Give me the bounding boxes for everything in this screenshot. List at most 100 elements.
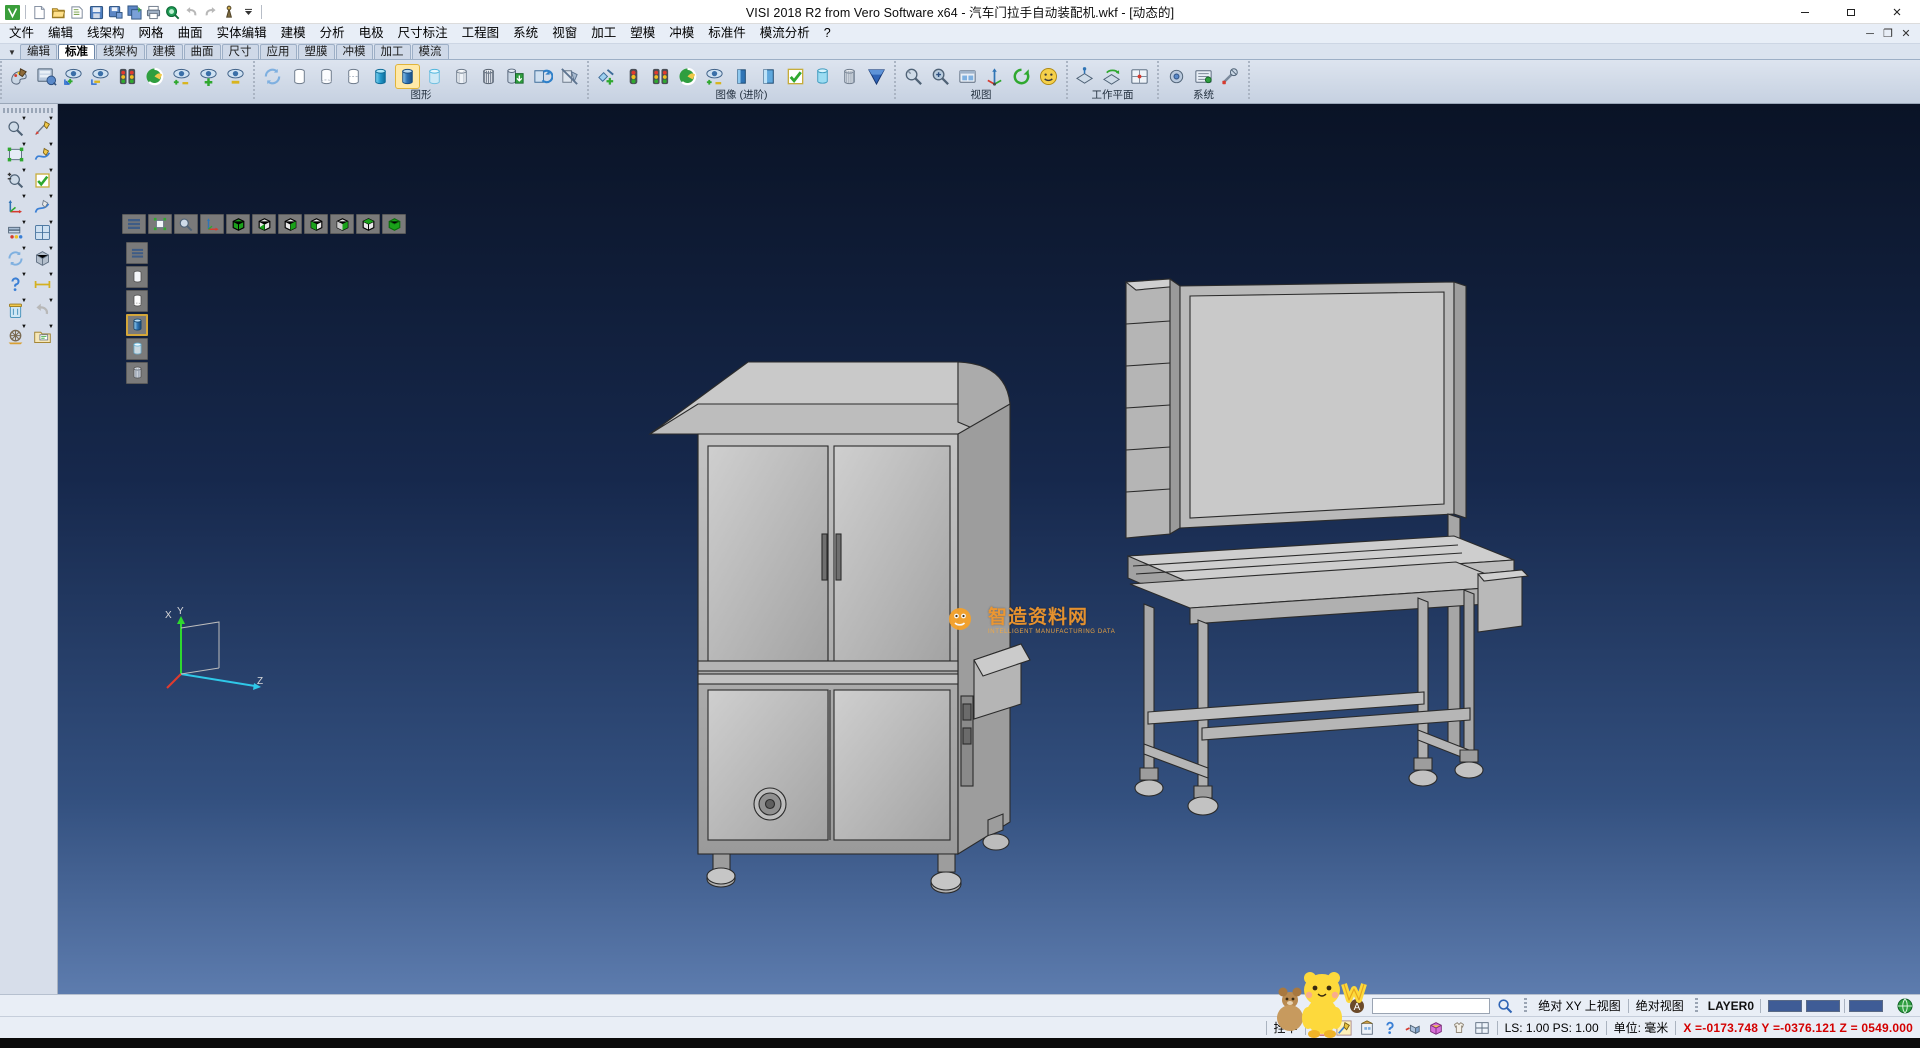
menu-item-wireframe[interactable]: 线架构 — [80, 24, 132, 44]
open-folder-icon[interactable]: ▼ — [30, 324, 55, 348]
blue-block-icon[interactable] — [729, 64, 754, 89]
ribbon-collapse-icon[interactable]: ▼ — [4, 45, 20, 59]
smiley-view-icon[interactable] — [1036, 64, 1061, 89]
menu-item-machining[interactable]: 加工 — [584, 24, 623, 44]
delete-icon[interactable]: ▼ — [3, 298, 28, 322]
window-restore-button[interactable] — [1828, 0, 1874, 24]
undo-icon[interactable] — [182, 3, 200, 21]
menu-item-analysis[interactable]: 分析 — [313, 24, 352, 44]
tab-flow[interactable]: 模流 — [412, 44, 449, 59]
regenerate-icon[interactable] — [260, 64, 285, 89]
axis-move-icon[interactable]: ▼ — [3, 194, 28, 218]
regen-icon[interactable]: ▼ — [3, 246, 28, 270]
layer-label[interactable]: LAYER0 — [1702, 996, 1760, 1016]
zoom-window-icon[interactable] — [901, 64, 926, 89]
preview-icon[interactable] — [163, 3, 181, 21]
save-as-icon[interactable] — [106, 3, 124, 21]
menu-item-standard-parts[interactable]: 标准件 — [701, 24, 753, 44]
menu-item-modeling[interactable]: 建模 — [274, 24, 313, 44]
menu-item-drawing[interactable]: 工程图 — [455, 24, 507, 44]
menu-item-edit[interactable]: 编辑 — [41, 24, 80, 44]
menu-item-press[interactable]: 冲模 — [662, 24, 701, 44]
menu-item-flow-analysis[interactable]: 模流分析 — [753, 24, 817, 44]
advanced-visibility-icon[interactable] — [702, 64, 727, 89]
advanced-shade-icon[interactable] — [675, 64, 700, 89]
dimension-icon[interactable]: ▼ — [30, 272, 55, 296]
color-chip-2[interactable] — [1806, 1000, 1840, 1012]
tab-surface[interactable]: 曲面 — [184, 44, 221, 59]
undo-arrow-icon[interactable]: ▼ — [30, 298, 55, 322]
menu-item-dimension[interactable]: 尺寸标注 — [391, 24, 455, 44]
show-remove-icon[interactable] — [88, 64, 113, 89]
render-save-icon[interactable] — [503, 64, 528, 89]
visibility-toggle-icon[interactable] — [169, 64, 194, 89]
section-icon[interactable] — [476, 64, 501, 89]
cyan-cup-icon[interactable] — [810, 64, 835, 89]
zoom-plusminus-icon[interactable]: ▼ — [3, 168, 28, 192]
mesh-cylinder-icon[interactable] — [837, 64, 862, 89]
show-all-icon[interactable] — [196, 64, 221, 89]
curve-edit-icon[interactable]: ▼ — [30, 142, 55, 166]
shaded-icon[interactable] — [395, 64, 420, 89]
window-minimize-button[interactable] — [1782, 0, 1828, 24]
tab-standard[interactable]: 标准 — [58, 44, 95, 59]
transparent-icon[interactable] — [422, 64, 447, 89]
search-icon[interactable] — [1497, 998, 1513, 1014]
snap-shirt-icon[interactable] — [1451, 1020, 1467, 1036]
snap-help-icon[interactable] — [1382, 1020, 1398, 1036]
wireframe-icon[interactable] — [287, 64, 312, 89]
menu-item-solid-edit[interactable]: 实体编辑 — [210, 24, 274, 44]
tab-application[interactable]: 应用 — [260, 44, 297, 59]
helm-wheel-icon[interactable]: ▼ — [3, 324, 28, 348]
green-check-icon[interactable] — [783, 64, 808, 89]
render-off-icon[interactable] — [557, 64, 582, 89]
view-mode-label[interactable]: 绝对 XY 上视图 — [1531, 996, 1627, 1016]
view-store-icon[interactable] — [955, 64, 980, 89]
doc-minimize-button[interactable]: ─ — [1862, 26, 1878, 42]
help-icon[interactable]: ▼ — [3, 272, 28, 296]
window-grid-icon[interactable]: ▼ — [30, 220, 55, 244]
menu-item-mesh[interactable]: 网格 — [132, 24, 171, 44]
color-layers-icon[interactable]: ▼ — [3, 220, 28, 244]
menu-item-system[interactable]: 系统 — [506, 24, 545, 44]
color-chip-3[interactable] — [1849, 1000, 1883, 1012]
menu-item-electrode[interactable]: 电极 — [352, 24, 391, 44]
menu-item-mould[interactable]: 塑模 — [623, 24, 662, 44]
rail-drag-handle[interactable] — [3, 108, 54, 113]
show-add-icon[interactable] — [61, 64, 86, 89]
system-config-icon[interactable] — [1191, 64, 1216, 89]
advanced-traffic-icon[interactable] — [621, 64, 646, 89]
menu-item-file[interactable]: 文件 — [2, 24, 41, 44]
draw-line-icon[interactable]: ▼ — [30, 116, 55, 140]
tab-dimension[interactable]: 尺寸 — [222, 44, 259, 59]
render-refresh-icon[interactable] — [530, 64, 555, 89]
hide-all-icon[interactable] — [223, 64, 248, 89]
layer-manager-icon[interactable] — [34, 64, 59, 89]
snap-solid-icon[interactable] — [1428, 1020, 1444, 1036]
menu-item-surface[interactable]: 曲面 — [171, 24, 210, 44]
open-icon[interactable] — [49, 3, 67, 21]
rotate-axis-icon[interactable] — [982, 64, 1007, 89]
color-chip-1[interactable] — [1768, 1000, 1802, 1012]
redo-icon[interactable] — [201, 3, 219, 21]
tab-modeling[interactable]: 建模 — [146, 44, 183, 59]
system-settings-icon[interactable] — [1164, 64, 1189, 89]
tab-press[interactable]: 冲模 — [336, 44, 373, 59]
macro-icon[interactable] — [220, 3, 238, 21]
spline-edit-icon[interactable]: ▼ — [30, 194, 55, 218]
workplane-rotate-icon[interactable] — [1100, 64, 1125, 89]
snap-window-icon[interactable] — [1474, 1020, 1490, 1036]
print-icon[interactable] — [144, 3, 162, 21]
hidden-line-dashed-icon[interactable] — [341, 64, 366, 89]
workplane-set-icon[interactable] — [1073, 64, 1098, 89]
hidden-line-icon[interactable] — [314, 64, 339, 89]
blue-shield-icon[interactable] — [864, 64, 889, 89]
doc-restore-button[interactable]: ❐ — [1880, 26, 1896, 42]
tab-edit[interactable]: 编辑 — [20, 44, 57, 59]
globe-icon[interactable] — [1897, 998, 1913, 1014]
system-tools-icon[interactable] — [1218, 64, 1243, 89]
zoom-all-icon[interactable] — [928, 64, 953, 89]
select-check-icon[interactable]: ▼ — [30, 168, 55, 192]
refresh-shade-icon[interactable] — [142, 64, 167, 89]
workplane-origin-icon[interactable] — [1127, 64, 1152, 89]
